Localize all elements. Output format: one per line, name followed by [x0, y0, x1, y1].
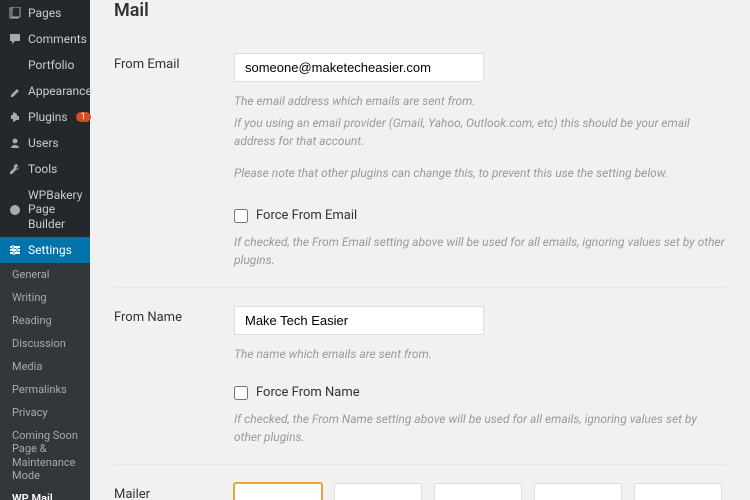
wpbakery-icon: [8, 203, 22, 217]
appearance-icon: [8, 84, 22, 98]
admin-sidebar: Pages Comments Portfolio Appearance Plug…: [0, 0, 90, 500]
main-content: Mail From Email The email address which …: [90, 0, 750, 500]
sidebar-item-wpbakery[interactable]: WPBakery Page Builder: [0, 182, 90, 237]
force-from-email-hint: If checked, the From Email setting above…: [234, 233, 726, 269]
mailer-label: Mailer: [114, 483, 234, 500]
from-name-row: From Name The name which emails are sent…: [114, 288, 726, 465]
force-from-name-hint: If checked, the From Name setting above …: [234, 410, 726, 446]
from-name-input[interactable]: [234, 306, 484, 335]
menu-label: Tools: [28, 162, 57, 176]
menu-label: Users: [28, 136, 59, 150]
comments-icon: [8, 32, 22, 46]
menu-label: Plugins: [28, 110, 68, 124]
from-email-hint: The email address which emails are sent …: [234, 92, 726, 182]
sidebar-item-users[interactable]: Users: [0, 130, 90, 156]
menu-label: Settings: [28, 243, 72, 257]
mailer-box-mailgun[interactable]: @mailgunEmail Automation: [434, 483, 522, 500]
mailer-box-default[interactable]: php: [234, 483, 322, 500]
submenu-discussion[interactable]: Discussion: [0, 332, 90, 355]
sidebar-item-comments[interactable]: Comments: [0, 26, 90, 52]
from-name-hint: The name which emails are sent from.: [234, 345, 726, 363]
from-email-label: From Email: [114, 53, 234, 269]
mailer-box-gmail[interactable]: Google: [334, 483, 422, 500]
tools-icon: [8, 162, 22, 176]
force-from-name-checkbox[interactable]: Force From Name: [234, 385, 726, 400]
from-email-input[interactable]: [234, 53, 484, 82]
menu-label: Comments: [28, 32, 87, 46]
page-title: Mail: [114, 0, 726, 21]
settings-icon: [8, 243, 22, 257]
mailer-options: php Google @mailgunEmail Automation Send…: [234, 483, 726, 500]
portfolio-icon: [8, 58, 22, 72]
force-from-email-label: Force From Email: [256, 208, 357, 223]
submenu-privacy[interactable]: Privacy: [0, 401, 90, 424]
pages-icon: [8, 6, 22, 20]
sidebar-item-appearance[interactable]: Appearance: [0, 78, 90, 104]
update-badge: 1: [76, 112, 91, 122]
settings-submenu: General Writing Reading Discussion Media…: [0, 263, 90, 500]
mailer-box-sendgrid[interactable]: SendGrid: [534, 483, 622, 500]
mailer-box-other[interactable]: →: [634, 483, 722, 500]
plugins-icon: [8, 110, 22, 124]
submenu-general[interactable]: General: [0, 263, 90, 286]
sidebar-item-tools[interactable]: Tools: [0, 156, 90, 182]
menu-label: Portfolio: [28, 58, 74, 72]
submenu-reading[interactable]: Reading: [0, 309, 90, 332]
force-from-email-checkbox[interactable]: Force From Email: [234, 208, 726, 223]
force-from-email-input[interactable]: [234, 209, 248, 223]
submenu-permalinks[interactable]: Permalinks: [0, 378, 90, 401]
menu-label: Pages: [28, 6, 61, 20]
menu-label: WPBakery Page Builder: [28, 188, 82, 231]
from-email-row: From Email The email address which email…: [114, 35, 726, 288]
force-from-name-label: Force From Name: [256, 385, 360, 400]
submenu-writing[interactable]: Writing: [0, 286, 90, 309]
sidebar-item-portfolio[interactable]: Portfolio: [0, 52, 90, 78]
menu-label: Appearance: [28, 84, 92, 98]
mailer-row: Mailer php Google @mailgunEmail Automati…: [114, 465, 726, 500]
submenu-wp-mail-smtp[interactable]: WP Mail SMTP: [0, 487, 90, 500]
submenu-media[interactable]: Media: [0, 355, 90, 378]
submenu-coming-soon[interactable]: Coming Soon Page & Maintenance Mode: [0, 424, 90, 487]
users-icon: [8, 136, 22, 150]
sidebar-item-plugins[interactable]: Plugins 1: [0, 104, 90, 130]
force-from-name-input[interactable]: [234, 386, 248, 400]
sidebar-item-pages[interactable]: Pages: [0, 0, 90, 26]
from-name-label: From Name: [114, 306, 234, 446]
sidebar-item-settings[interactable]: Settings: [0, 237, 90, 263]
